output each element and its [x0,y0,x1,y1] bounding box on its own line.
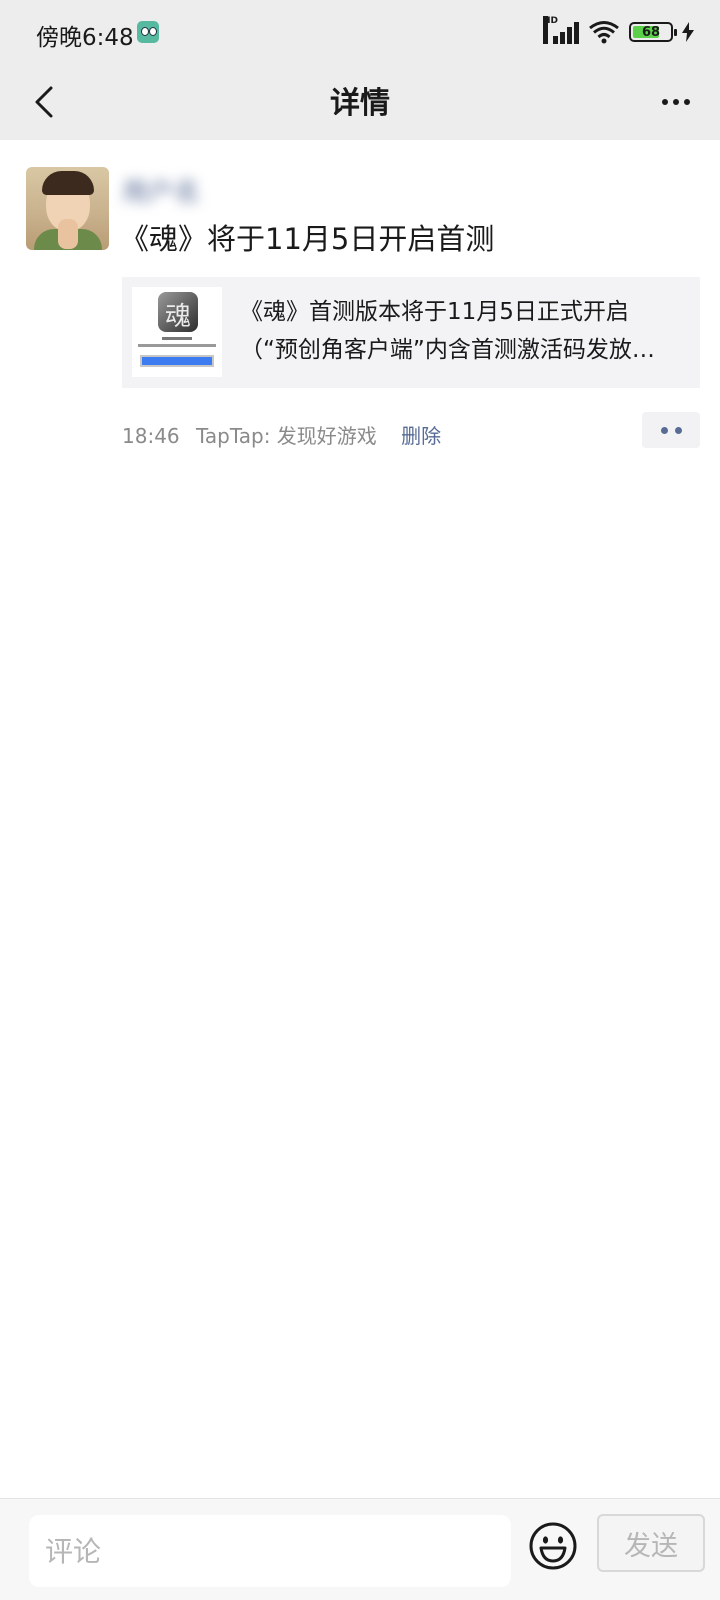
cellular-signal-icon: HD [543,16,579,44]
page-title: 详情 [330,86,390,121]
more-dot [684,99,690,105]
link-card[interactable]: 魂 《魂》首测版本将于11月5日正式开启 （“预创角客户端”内含首测激活码发放… [122,277,700,388]
top-area: 傍晚6:48 HD 68 详情 [0,0,720,140]
link-thumbnail: 魂 [132,287,222,377]
title-bar: 详情 [0,64,720,140]
emoji-icon [529,1522,577,1570]
battery-icon: 68 [629,22,677,42]
username[interactable]: 用户名 [122,172,200,209]
status-bar: 傍晚6:48 HD 68 [0,0,720,64]
more-dot [662,99,668,105]
post-meta: 18:46 TapTap: 发现好游戏 删除 [122,420,441,449]
more-dot [673,99,679,105]
post-source[interactable]: TapTap: 发现好游戏 [196,424,377,448]
post-text: 《魂》将于11月5日开启首测 [120,222,495,256]
comment-like-button[interactable] [642,412,700,448]
send-button[interactable]: 发送 [597,1514,705,1572]
delete-link[interactable]: 删除 [401,424,441,448]
battery-level: 68 [641,25,661,40]
app-notification-icon [137,21,159,43]
comment-bar: 发送 [0,1498,720,1600]
avatar[interactable] [26,167,109,250]
action-dot [660,426,668,434]
game-icon: 魂 [158,292,198,332]
emoji-button[interactable] [528,1521,578,1571]
network-type-label: HD [543,16,558,44]
more-button[interactable] [650,76,702,128]
status-icons: HD 68 [543,16,694,46]
link-title-line: 《魂》首测版本将于11月5日正式开启 [240,299,629,325]
post-time: 18:46 [122,424,180,448]
link-title: 《魂》首测版本将于11月5日正式开启 （“预创角客户端”内含首测激活码发放… [240,293,690,369]
comment-input[interactable] [29,1515,511,1587]
wifi-icon [589,21,619,44]
link-title-line: （“预创角客户端”内含首测激活码发放… [240,337,655,363]
status-time: 傍晚6:48 [36,25,134,51]
charging-icon [682,22,694,42]
action-dot [674,426,682,434]
